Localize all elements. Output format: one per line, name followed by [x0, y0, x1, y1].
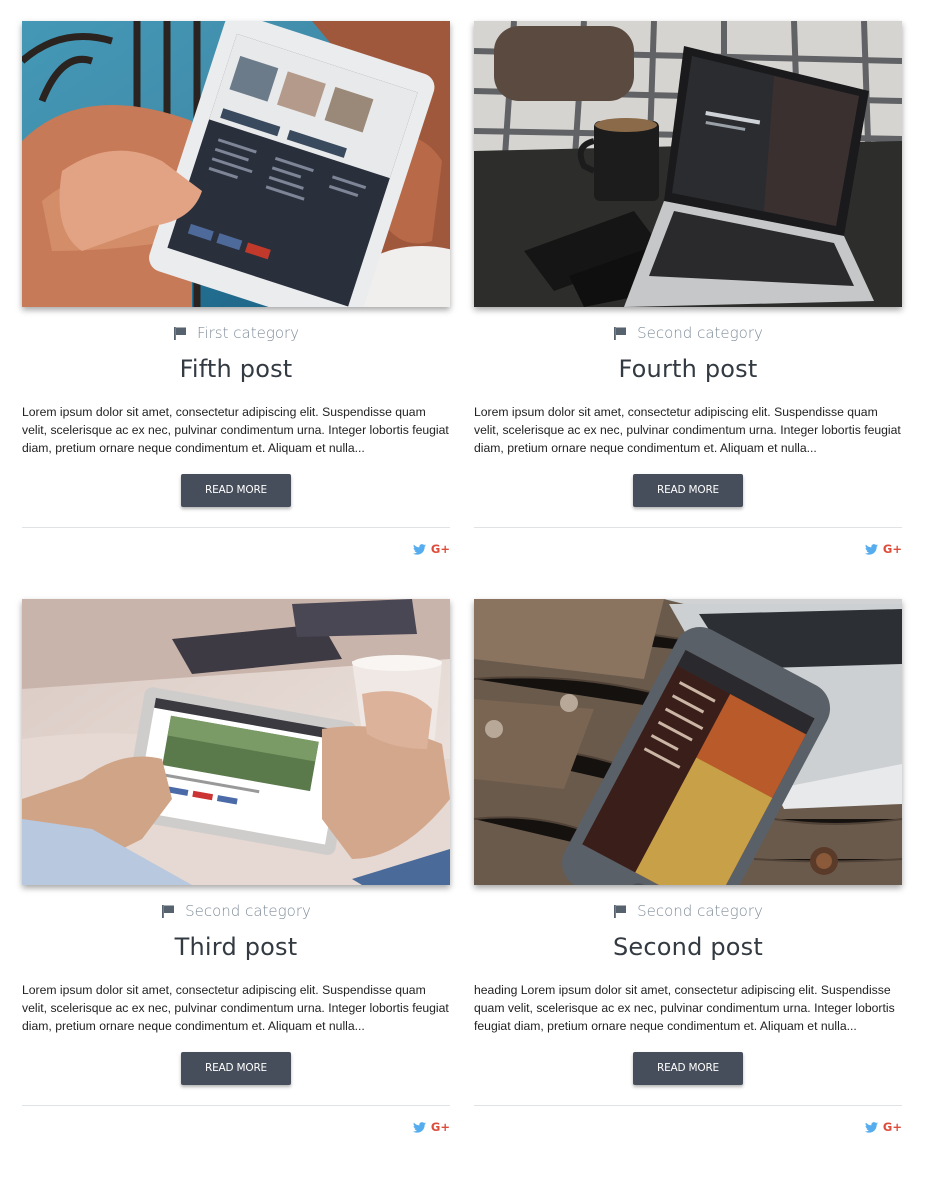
category-label: Second category [637, 902, 763, 920]
flag-icon [162, 905, 175, 918]
twitter-icon[interactable] [864, 1121, 878, 1133]
phone-on-wood-photo [474, 599, 902, 885]
post-title[interactable]: Fourth post [474, 351, 902, 387]
category-label: Second category [185, 902, 311, 920]
post-category[interactable]: Second category [474, 323, 902, 343]
post-title[interactable]: Second post [474, 929, 902, 965]
read-more-button[interactable]: READ MORE [181, 474, 291, 507]
read-more-button[interactable]: READ MORE [181, 1052, 291, 1085]
post-excerpt: heading Lorem ipsum dolor sit amet, cons… [474, 983, 895, 1033]
divider [22, 1105, 450, 1106]
share-links: G+ [474, 542, 902, 556]
flag-icon [614, 905, 627, 918]
read-more-button[interactable]: READ MORE [633, 474, 743, 507]
post-title[interactable]: Third post [22, 929, 450, 965]
post-thumbnail[interactable] [474, 599, 902, 885]
divider [22, 527, 450, 528]
post-excerpt: Lorem ipsum dolor sit amet, consectetur … [22, 983, 449, 1033]
google-plus-icon[interactable]: G+ [883, 542, 902, 556]
category-label: First category [196, 324, 300, 342]
post-card: Second category Second post heading Lore… [474, 599, 902, 1134]
post-thumbnail[interactable] [22, 599, 450, 885]
read-more-button[interactable]: READ MORE [633, 1052, 743, 1085]
post-title[interactable]: Fifth post [22, 351, 450, 387]
flag-icon [173, 327, 186, 340]
post-thumbnail[interactable] [22, 21, 450, 307]
twitter-icon[interactable] [864, 543, 878, 555]
post-card: First category Fifth post Lorem ipsum do… [22, 21, 450, 556]
flag-icon [614, 327, 627, 340]
share-links: G+ [22, 542, 450, 556]
tablet-on-balcony-photo [22, 21, 450, 307]
category-label: Second category [637, 324, 763, 342]
tablet-in-hands-photo [22, 599, 450, 885]
share-links: G+ [22, 1120, 450, 1134]
post-excerpt: Lorem ipsum dolor sit amet, consectetur … [22, 405, 449, 455]
post-category[interactable]: Second category [22, 901, 450, 921]
post-category[interactable]: First category [22, 323, 450, 343]
twitter-icon[interactable] [412, 543, 426, 555]
google-plus-icon[interactable]: G+ [883, 1120, 902, 1134]
laptop-and-coffee-photo [474, 21, 902, 307]
share-links: G+ [474, 1120, 902, 1134]
divider [474, 527, 902, 528]
post-card: Second category Fourth post Lorem ipsum … [474, 21, 902, 556]
google-plus-icon[interactable]: G+ [431, 1120, 450, 1134]
post-excerpt: Lorem ipsum dolor sit amet, consectetur … [474, 405, 901, 455]
post-category[interactable]: Second category [474, 901, 902, 921]
google-plus-icon[interactable]: G+ [431, 542, 450, 556]
twitter-icon[interactable] [412, 1121, 426, 1133]
post-thumbnail[interactable] [474, 21, 902, 307]
post-card: Second category Third post Lorem ipsum d… [22, 599, 450, 1134]
divider [474, 1105, 902, 1106]
